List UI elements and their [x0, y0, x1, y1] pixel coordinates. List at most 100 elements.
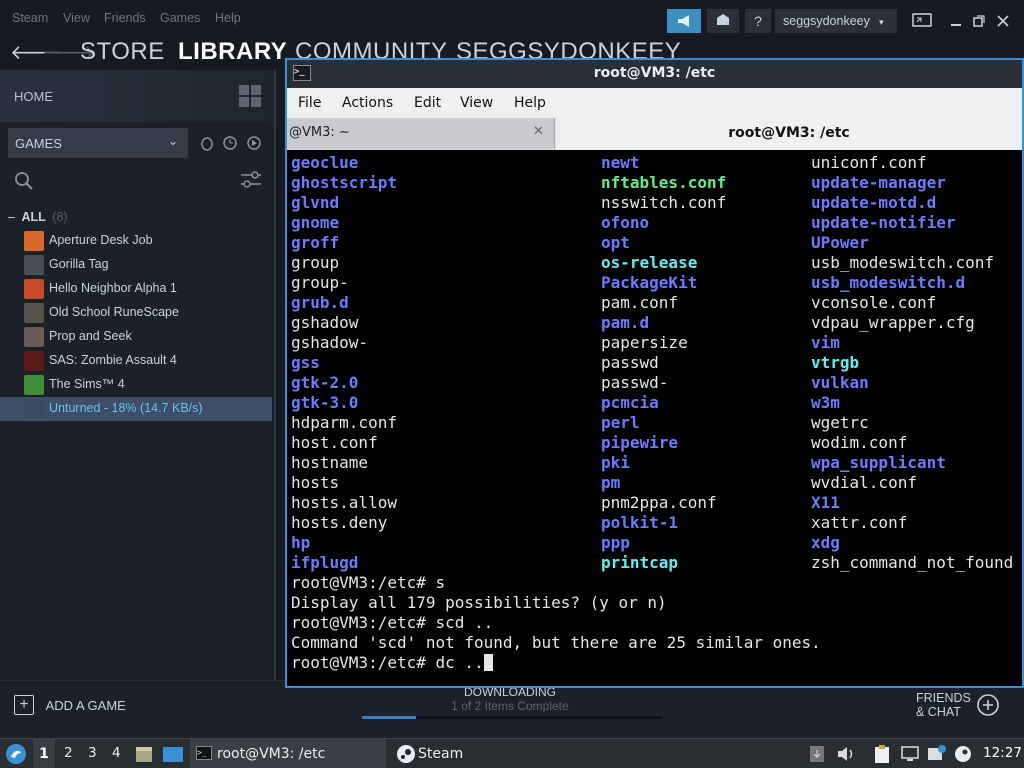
downloads-status[interactable]: DOWNLOADING 1 of 2 Items Complete — [360, 685, 662, 725]
text-cursor — [483, 654, 493, 671]
broadcast-button[interactable] — [667, 9, 701, 33]
etc-entry: gnome — [291, 213, 340, 232]
etc-entry: os-release — [601, 253, 698, 272]
tmenu-help[interactable]: Help — [514, 95, 546, 111]
big-picture-icon[interactable] — [912, 13, 932, 27]
add-friend-icon — [977, 694, 999, 716]
etc-entry: glvnd — [291, 193, 340, 212]
output-line: root@VM3:/etc# scd .. — [291, 613, 493, 633]
nav-library[interactable]: LIBRARY — [178, 38, 287, 66]
volume-icon[interactable] — [836, 745, 856, 763]
help-button[interactable]: ? — [745, 9, 771, 33]
output-line: Command 'scd' not found, but there are 2… — [291, 633, 821, 653]
etc-entry: papersize — [601, 333, 688, 352]
menu-friends[interactable]: Friends — [104, 11, 146, 25]
desktop-folder-icon[interactable] — [162, 744, 184, 764]
envelope-icon — [717, 14, 729, 25]
download-progress-track — [362, 716, 662, 719]
terminal-output[interactable]: geoclue ghostscript glvnd gnome groff group gr… — [287, 150, 1022, 686]
output-text: root@VM3:/etc# scd .. — [291, 613, 494, 632]
etc-entry: groff — [291, 233, 340, 252]
minimize-icon[interactable] — [950, 15, 962, 27]
menu-help[interactable]: Help — [215, 11, 241, 25]
terminal-task-icon: >_ — [196, 746, 212, 760]
close-icon[interactable] — [997, 15, 1009, 27]
etc-entry: pki — [601, 453, 630, 472]
etc-entry: vulkan — [811, 373, 869, 392]
tmenu-edit[interactable]: Edit — [414, 95, 441, 111]
game-title: SAS: Zombie Assault 4 — [49, 353, 177, 367]
etc-entry: group — [291, 253, 340, 272]
home-button[interactable]: HOME — [0, 70, 274, 122]
etc-entry: perl — [601, 413, 640, 432]
file-manager-icon[interactable] — [134, 744, 154, 764]
game-list-item[interactable]: Old School RuneScape — [0, 301, 272, 325]
search-icon[interactable] — [14, 171, 34, 191]
game-list-item[interactable]: Prop and Seek — [0, 325, 272, 349]
game-list-item[interactable]: Aperture Desk Job — [0, 229, 272, 253]
account-menu[interactable]: seggsydonkeey ▼ — [775, 9, 897, 33]
close-icon[interactable]: ✕ — [533, 124, 544, 139]
recent-clock-icon[interactable] — [222, 135, 238, 151]
tmenu-view[interactable]: View — [460, 95, 493, 111]
nav-store[interactable]: STORE — [80, 38, 165, 66]
game-list-item[interactable]: SAS: Zombie Assault 4 — [0, 349, 272, 373]
workspace-1[interactable]: 1 — [33, 739, 55, 768]
game-list-item[interactable]: Hello Neighbor Alpha 1 — [0, 277, 272, 301]
add-game-button[interactable]: + ADD A GAME — [14, 695, 126, 717]
sidebar-scrollbar[interactable] — [274, 70, 276, 680]
terminal-tab-home[interactable]: @VM3: ~ ✕ — [287, 118, 555, 149]
filter-sliders-icon[interactable] — [240, 170, 262, 190]
tmenu-actions[interactable]: Actions — [342, 95, 393, 111]
terminal-tab-etc[interactable]: root@VM3: /etc — [556, 118, 1022, 150]
etc-entry: geoclue — [291, 153, 359, 172]
etc-entry: gss — [291, 353, 320, 372]
notifications-button[interactable] — [707, 9, 739, 33]
all-games-header[interactable]: – ALL (8) — [8, 210, 68, 224]
game-title: Aperture Desk Job — [49, 233, 153, 247]
tmenu-file[interactable]: File — [298, 95, 321, 111]
game-list-item[interactable]: Unturned - 18% (14.7 KB/s) — [0, 397, 272, 421]
task-steam[interactable]: Steam — [392, 739, 512, 768]
collapse-minus-icon: – — [8, 210, 15, 224]
clock[interactable]: 12:27 — [983, 745, 1022, 761]
etc-entry: nftables.conf — [601, 173, 727, 192]
game-list-item[interactable]: Gorilla Tag — [0, 253, 272, 277]
friends-label: FRIENDS — [916, 691, 971, 705]
maximize-icon[interactable] — [973, 15, 985, 27]
terminal-window: >_ root@VM3: /etc File Actions Edit View… — [285, 58, 1024, 688]
task-terminal[interactable]: >_ root@VM3: /etc — [190, 739, 386, 768]
updates-icon[interactable] — [808, 745, 826, 763]
etc-entry: update-motd.d — [811, 193, 937, 212]
etc-entry: PackageKit — [601, 273, 698, 292]
linux-icon[interactable] — [199, 135, 215, 151]
tab-home-label: @VM3: ~ — [289, 125, 350, 140]
grid-view-icon[interactable] — [238, 84, 262, 108]
output-line: Display all 179 possibilities? (y or n) — [291, 593, 667, 613]
menu-view[interactable]: View — [63, 11, 90, 25]
workspace-3[interactable]: 3 — [88, 745, 97, 761]
menu-steam[interactable]: Steam — [12, 11, 48, 25]
etc-entry: passwd- — [601, 373, 669, 392]
etc-entry: ofono — [601, 213, 650, 232]
chevron-down-icon: ▼ — [877, 18, 886, 27]
play-icon[interactable] — [246, 135, 262, 151]
steam-tray-icon[interactable] — [954, 745, 972, 763]
games-filter-dropdown[interactable]: GAMES ⌄ — [8, 128, 188, 158]
tab-etc-label: root@VM3: /etc — [728, 125, 850, 141]
game-title: Unturned - 18% (14.7 KB/s) — [49, 401, 203, 415]
notification-icon[interactable] — [927, 745, 947, 763]
terminal-menubar: File Actions Edit View Help — [287, 88, 1022, 118]
workspace-2[interactable]: 2 — [64, 745, 73, 761]
clipboard-icon[interactable] — [872, 744, 892, 764]
etc-entry: zsh_command_not_found — [811, 553, 1014, 572]
game-list-item[interactable]: The Sims™ 4 — [0, 373, 272, 397]
workspace-4[interactable]: 4 — [112, 745, 121, 761]
output-text: root@VM3:/etc# dc .. — [291, 653, 484, 672]
app-launcher-icon[interactable] — [4, 742, 28, 766]
etc-entry: xattr.conf — [811, 513, 908, 532]
network-icon[interactable] — [900, 745, 920, 763]
terminal-titlebar[interactable]: >_ root@VM3: /etc — [287, 60, 1022, 88]
friends-chat-button[interactable]: FRIENDS & CHAT — [916, 691, 999, 725]
menu-games[interactable]: Games — [160, 11, 200, 25]
